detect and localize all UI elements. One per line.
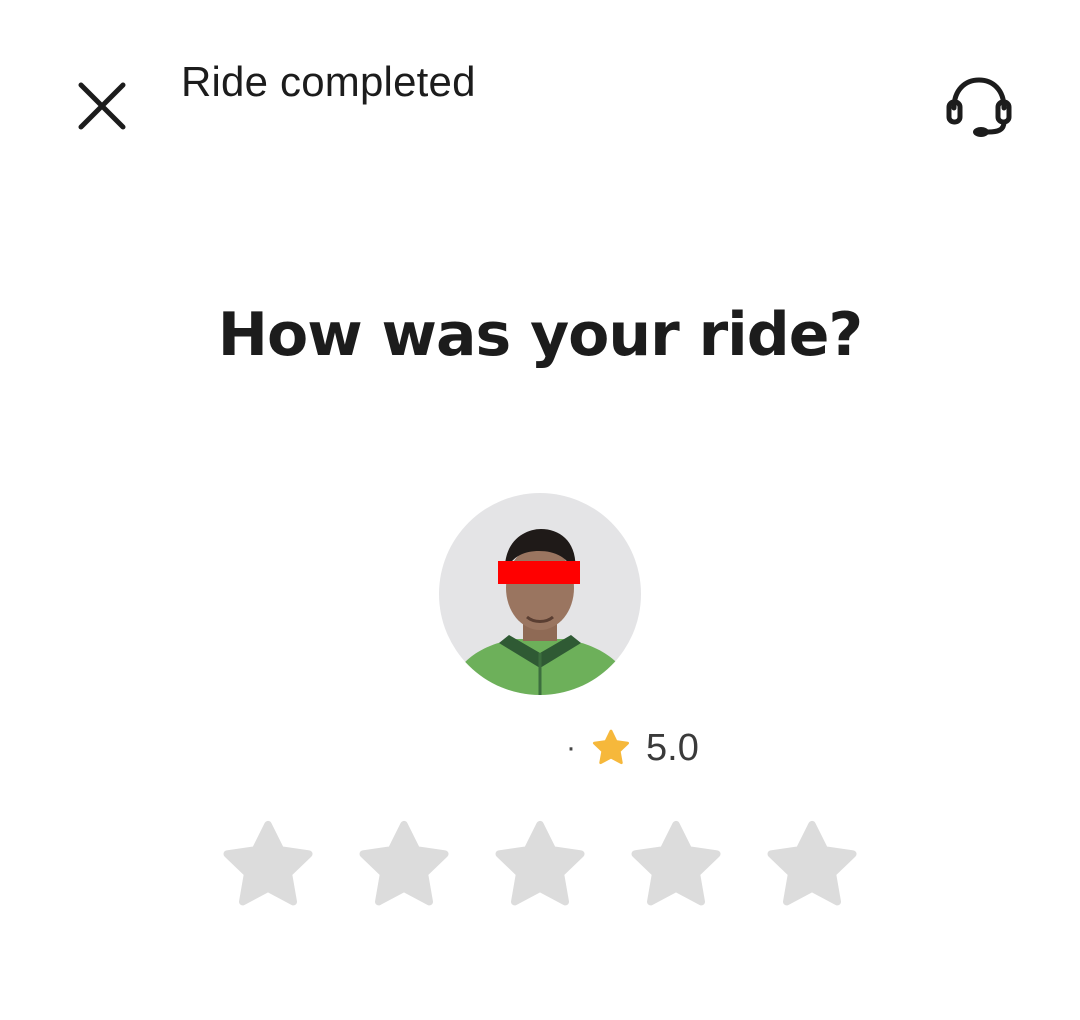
close-button[interactable] <box>72 76 132 136</box>
support-button[interactable] <box>942 74 1016 144</box>
rate-star-2[interactable] <box>355 818 453 912</box>
driver-avatar <box>439 493 641 695</box>
rating-question: How was your ride? <box>217 300 863 370</box>
close-icon <box>78 82 126 130</box>
star-icon <box>223 820 313 906</box>
headset-icon <box>946 77 1012 137</box>
star-icon <box>495 820 585 906</box>
rate-star-3[interactable] <box>491 818 589 912</box>
driver-rating: · 5.0 <box>566 722 699 774</box>
rate-star-1[interactable] <box>219 818 317 912</box>
star-icon <box>592 729 630 765</box>
star-icon <box>767 820 857 906</box>
star-icon <box>631 820 721 906</box>
driver-rating-value: 5.0 <box>646 726 699 769</box>
rate-star-5[interactable] <box>763 818 861 912</box>
star-rating-input <box>219 818 861 912</box>
rate-star-4[interactable] <box>627 818 725 912</box>
page-title: Ride completed <box>181 58 476 105</box>
rating-separator: · <box>566 731 576 764</box>
star-icon <box>359 820 449 906</box>
driver-photo <box>439 493 641 695</box>
